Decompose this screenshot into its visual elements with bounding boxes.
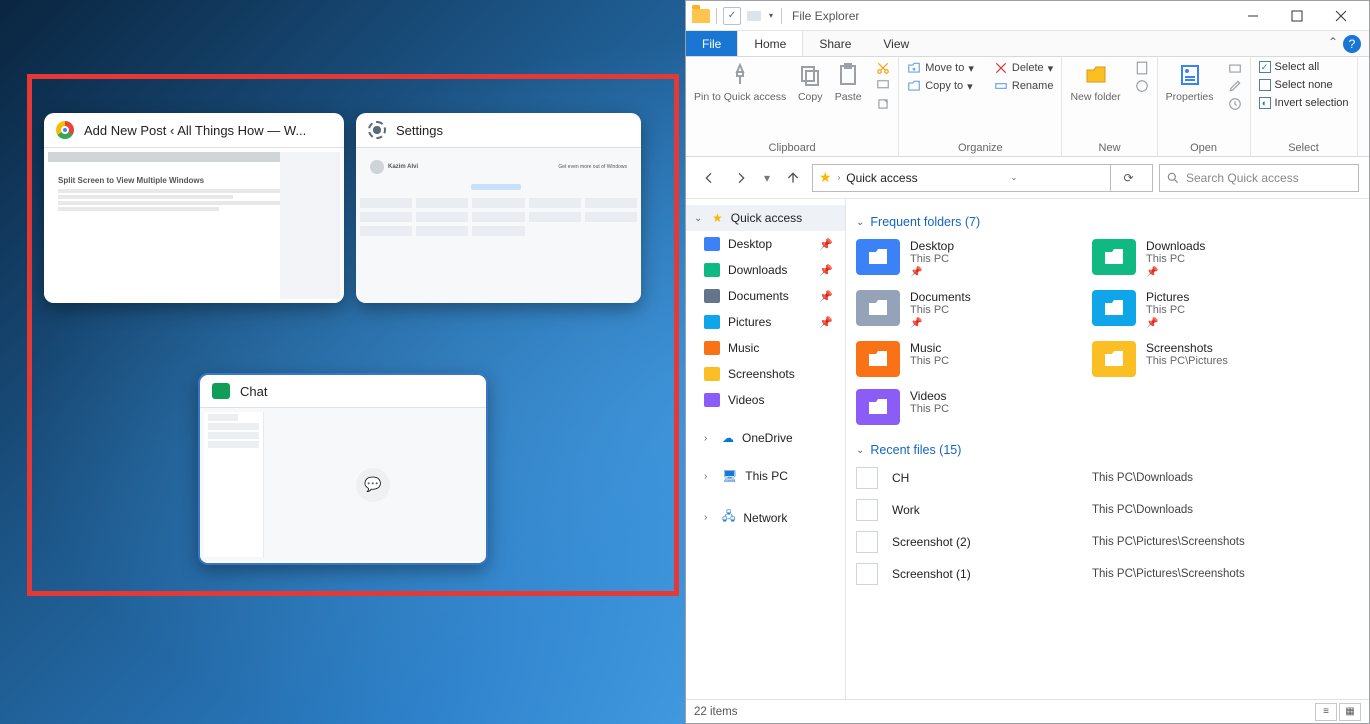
snap-card-chat[interactable]: Chat 💬 [198,373,488,565]
chat-thumbnail: 💬 [200,407,486,561]
nav-item-music[interactable]: Music [686,335,845,361]
tab-view[interactable]: View [867,31,925,56]
tab-home[interactable]: Home [737,31,803,56]
nav-item-documents[interactable]: Documents📌 [686,283,845,309]
titlebar[interactable]: ✓ ▾ File Explorer [686,1,1369,31]
file-explorer-window[interactable]: ✓ ▾ File Explorer File Home Share View ⌃… [685,0,1370,724]
folder-desktop[interactable]: DesktopThis PC📌 [856,239,1086,278]
star-icon: ★ [819,169,832,186]
paste-button[interactable]: Paste [834,61,862,103]
folder-pictures[interactable]: PicturesThis PC📌 [1092,290,1322,329]
select-none-button[interactable]: Select none [1259,79,1333,91]
delete-button[interactable]: Delete ▾ [994,61,1053,75]
recent-files-header[interactable]: ⌄Recent files (15) [856,443,1363,457]
maximize-button[interactable] [1275,1,1319,31]
address-bar[interactable]: ★ › Quick access ⌄ ⟳ [812,164,1153,192]
recent-file[interactable]: WorkThis PC\Downloads [856,499,1363,521]
search-icon [1166,171,1180,185]
folder-music[interactable]: MusicThis PC [856,341,1086,377]
nav-quick-access[interactable]: ⌄★ Quick access [686,205,845,231]
cut-icon[interactable] [876,61,890,75]
snap-card-chrome[interactable]: Add New Post ‹ All Things How — W... Spl… [44,113,344,303]
qat-folder-icon[interactable] [747,11,761,21]
back-button[interactable] [696,165,722,191]
snap-card-chat-title: Chat [240,384,267,399]
pin-to-quick-access-button[interactable]: Pin to Quick access [694,61,786,103]
new-item-icon[interactable] [1135,61,1149,75]
qat-dropdown[interactable]: ▾ [767,11,775,20]
breadcrumb[interactable]: Quick access [846,171,917,185]
help-button[interactable]: ? [1343,35,1361,53]
history-icon[interactable] [1228,97,1242,111]
recent-file[interactable]: CHThis PC\Downloads [856,467,1363,489]
snap-card-settings-title: Settings [396,123,443,138]
move-to-button[interactable]: Move to ▾ [907,61,974,75]
view-icons-button[interactable]: ▦ [1339,703,1361,721]
open-icon[interactable] [1228,61,1242,75]
folder-screenshots[interactable]: ScreenshotsThis PC\Pictures [1092,341,1322,377]
copy-button[interactable]: Copy [796,61,824,103]
chat-icon [212,383,230,399]
nav-item-downloads[interactable]: Downloads📌 [686,257,845,283]
recent-locations-button[interactable]: ▾ [760,165,774,191]
navigation-pane[interactable]: ⌄★ Quick access Desktop📌Downloads📌Docume… [686,199,846,699]
invert-selection-button[interactable]: ◐Invert selection [1259,97,1349,109]
nav-item-desktop[interactable]: Desktop📌 [686,231,845,257]
copy-to-button[interactable]: Copy to ▾ [907,79,972,93]
chrome-thumbnail: Split Screen to View Multiple Windows [44,147,344,303]
qat-checkbox[interactable]: ✓ [723,7,741,25]
refresh-button[interactable]: ⟳ [1110,165,1146,191]
paste-shortcut-icon[interactable] [876,97,890,111]
recent-file[interactable]: Screenshot (1)This PC\Pictures\Screensho… [856,563,1363,585]
minimize-button[interactable] [1231,1,1275,31]
view-details-button[interactable]: ≡ [1315,703,1337,721]
nav-item-pictures[interactable]: Pictures📌 [686,309,845,335]
select-all-button[interactable]: ✓Select all [1259,61,1320,73]
new-folder-button[interactable]: New folder [1070,61,1120,103]
up-button[interactable] [780,165,806,191]
address-bar-row: ▾ ★ › Quick access ⌄ ⟳ Search Quick acce… [686,157,1369,199]
snap-card-settings[interactable]: Settings Kazim Alvi Get even more out of… [356,113,641,303]
rename-button[interactable]: Rename [994,79,1054,93]
settings-thumbnail: Kazim Alvi Get even more out of Windows [356,147,641,303]
recent-file[interactable]: Screenshot (2)This PC\Pictures\Screensho… [856,531,1363,553]
forward-button[interactable] [728,165,754,191]
tab-file[interactable]: File [686,31,737,56]
status-bar: 22 items ≡ ▦ [686,699,1369,723]
edit-icon[interactable] [1228,79,1242,93]
collapse-ribbon[interactable]: ⌃ [1323,31,1343,56]
nav-item-videos[interactable]: Videos [686,387,845,413]
nav-onedrive[interactable]: ›☁OneDrive [686,425,845,451]
gear-icon [368,121,386,139]
folder-videos[interactable]: VideosThis PC [856,389,1086,425]
window-title: File Explorer [792,9,859,23]
status-text: 22 items [694,706,737,718]
close-button[interactable] [1319,1,1363,31]
tab-share[interactable]: Share [803,31,867,56]
folder-downloads[interactable]: DownloadsThis PC📌 [1092,239,1322,278]
copy-path-icon[interactable] [876,79,890,93]
nav-network[interactable]: ›🖧Network [686,501,845,534]
frequent-folders-header[interactable]: ⌄Frequent folders (7) [856,215,1363,229]
search-input[interactable]: Search Quick access [1159,164,1359,192]
folder-documents[interactable]: DocumentsThis PC📌 [856,290,1086,329]
ribbon-tabs: File Home Share View ⌃ ? [686,31,1369,57]
folder-icon [692,9,710,23]
nav-item-screenshots[interactable]: Screenshots [686,361,845,387]
snap-card-chrome-title: Add New Post ‹ All Things How — W... [84,123,306,138]
chrome-icon [56,121,74,139]
easy-access-icon[interactable] [1135,79,1149,93]
content-pane[interactable]: ⌄Frequent folders (7) DesktopThis PC📌 Do… [846,199,1369,699]
properties-button[interactable]: Properties [1166,61,1214,103]
nav-this-pc[interactable]: ›🖥This PC [686,463,845,489]
ribbon: Pin to Quick access Copy Paste [686,57,1369,157]
